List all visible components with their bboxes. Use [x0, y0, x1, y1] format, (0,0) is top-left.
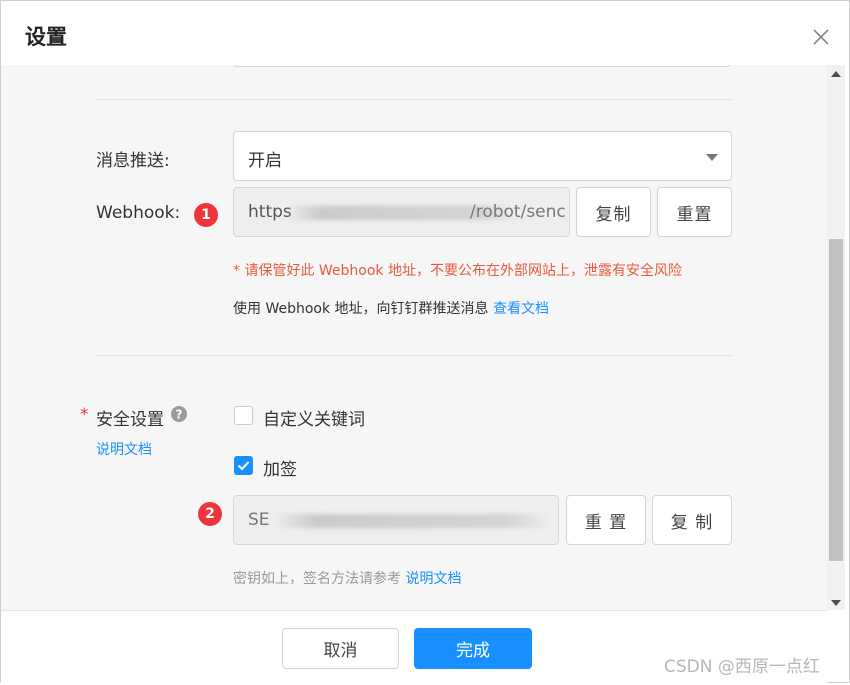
webhook-usage: 使用 Webhook 地址，向钉钉群推送消息 查看文档	[233, 298, 549, 318]
copy-secret-button[interactable]: 复 制	[652, 495, 732, 545]
custom-keyword-label[interactable]: 自定义关键词	[263, 405, 365, 430]
view-docs-link[interactable]: 查看文档	[493, 301, 549, 317]
done-button[interactable]: 完成	[414, 628, 532, 669]
push-select-value: 开启	[248, 151, 282, 171]
redaction-blur	[274, 514, 549, 528]
custom-keyword-checkbox[interactable]	[234, 406, 253, 425]
dialog-body: 消息推送: 开启 Webhook: 1 https /robot/senc 复制…	[1, 65, 827, 610]
secret-prefix: SE	[248, 510, 270, 530]
security-label: 安全设置	[96, 410, 164, 430]
scroll-up-arrow-icon[interactable]	[831, 71, 841, 77]
watermark: CSDN @西原一点红	[664, 657, 820, 677]
webhook-warning: * 请保管好此 Webhook 地址，不要公布在外部网站上，泄露有安全风险	[233, 263, 682, 279]
webhook-url-field[interactable]: https /robot/senc	[233, 187, 570, 237]
push-label: 消息推送:	[96, 151, 170, 171]
scroll-thumb[interactable]	[829, 239, 843, 561]
secret-field[interactable]: SE	[233, 495, 559, 545]
annotation-badge-1: 1	[194, 203, 218, 227]
secret-note-text: 密钥如上，签名方法请参考	[233, 571, 401, 587]
help-icon[interactable]: ?	[171, 406, 187, 422]
push-select[interactable]: 开启	[233, 131, 732, 181]
webhook-usage-text: 使用 Webhook 地址，向钉钉群推送消息	[233, 301, 489, 317]
divider	[96, 99, 732, 100]
settings-dialog: 设置 消息推送: 开启 Webhook: 1 https /robot/senc…	[0, 0, 850, 685]
scrollbar[interactable]	[827, 65, 845, 610]
chevron-down-icon	[706, 154, 718, 161]
scroll-down-arrow-icon[interactable]	[831, 600, 841, 606]
dialog-title: 设置	[25, 25, 67, 49]
secret-doc-link[interactable]: 说明文档	[405, 571, 461, 587]
cancel-button[interactable]: 取消	[282, 628, 399, 669]
checkmark-icon	[237, 461, 250, 471]
svg-text:?: ?	[176, 408, 183, 422]
annotation-badge-2: 2	[198, 502, 222, 526]
reset-secret-button[interactable]: 重 置	[566, 495, 646, 545]
reset-webhook-button[interactable]: 重置	[657, 187, 732, 237]
secret-note: 密钥如上，签名方法请参考 说明文档	[233, 568, 461, 588]
close-icon[interactable]	[807, 23, 835, 51]
sign-label[interactable]: 加签	[263, 455, 297, 480]
webhook-label: Webhook:	[96, 203, 181, 223]
copy-webhook-button[interactable]: 复制	[576, 187, 651, 237]
webhook-url-partial: /robot/senc	[470, 202, 566, 222]
previous-field	[233, 65, 731, 67]
security-doc-link[interactable]: 说明文档	[96, 439, 152, 459]
sign-checkbox[interactable]	[234, 456, 253, 475]
required-mark: *	[80, 405, 89, 425]
divider	[96, 355, 732, 356]
